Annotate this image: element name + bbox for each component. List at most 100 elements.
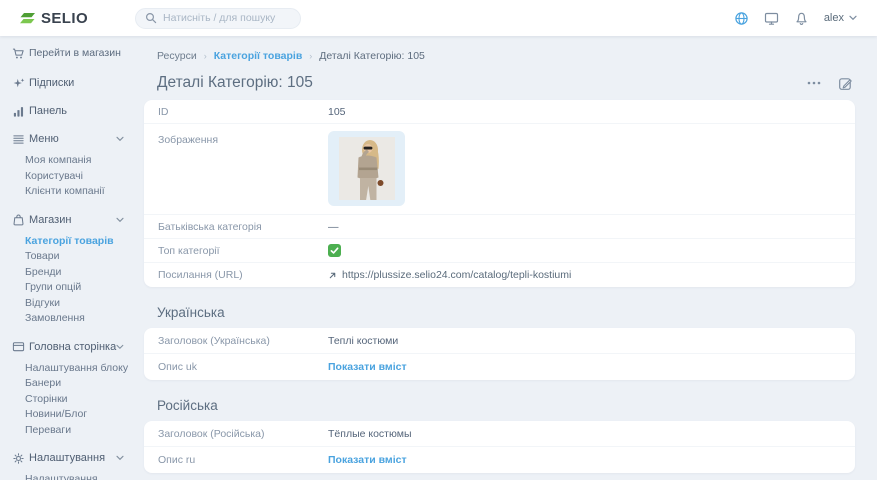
section-title-ukrainian: Українська [157, 305, 855, 320]
bag-icon [11, 213, 25, 226]
category-photo [339, 137, 395, 200]
sidebar-item-homepage[interactable]: Головна сторінка [0, 333, 136, 361]
category-details-card: ID 105 Зображення [144, 100, 855, 287]
show-content-link[interactable]: Показати вміст [328, 361, 407, 373]
gear-icon [11, 452, 25, 465]
bell-icon [794, 11, 809, 26]
search-input[interactable] [163, 12, 291, 24]
sidebar-subitem-product-categories[interactable]: Категорії товарів [0, 234, 136, 250]
edit-button[interactable] [838, 76, 853, 91]
sidebar-subitem-company-clients[interactable]: Клієнти компанії [0, 184, 136, 200]
row-label: Зображення [158, 134, 328, 146]
detail-row-title-uk: Заголовок (Українська) Теплі костюми [144, 328, 855, 354]
bar-chart-icon [11, 105, 25, 118]
main-content: Ресурси › Категорії товарів › Деталі Кат… [136, 36, 877, 480]
url-text: https://plussize.selio24.com/catalog/tep… [342, 269, 571, 281]
language-button[interactable] [734, 11, 749, 26]
sidebar-item-store[interactable]: Магазин [0, 206, 136, 234]
logo[interactable]: SELIO [20, 10, 88, 27]
chevron-down-icon [116, 136, 124, 142]
row-value: 105 [328, 106, 346, 118]
page-title: Деталі Категорію: 105 [157, 74, 313, 92]
detail-row-top-category: Топ категорії [144, 239, 855, 263]
row-label: Посилання (URL) [158, 269, 328, 281]
row-label: Топ категорії [158, 245, 328, 257]
sidebar-subitem-advantages[interactable]: Переваги [0, 423, 136, 439]
chevron-down-icon [116, 217, 124, 223]
go-to-store-link[interactable]: Перейти в магазин [11, 44, 136, 62]
row-value: Теплі костюми [328, 335, 398, 347]
more-options-icon [807, 81, 821, 85]
check-icon [329, 245, 340, 256]
notifications-button[interactable] [794, 11, 809, 26]
sidebar-item-label: Підписки [29, 77, 74, 89]
top-category-checkbox [328, 244, 341, 257]
chevron-down-icon [849, 15, 857, 21]
breadcrumb-resources[interactable]: Ресурси [157, 50, 197, 62]
app-header: SELIO alex [0, 0, 877, 36]
sidebar-item-menu[interactable]: Меню [0, 125, 136, 153]
display-button[interactable] [764, 11, 779, 26]
breadcrumb-current: Деталі Категорію: 105 [319, 50, 425, 62]
sidebar-subitem-orders[interactable]: Замовлення [0, 311, 136, 327]
sidebar-item-label: Налаштування [29, 452, 105, 464]
row-label: Опис ru [158, 454, 328, 466]
sidebar-item-settings[interactable]: Налаштування [0, 444, 136, 472]
header-actions: alex [734, 11, 857, 26]
show-content-link[interactable]: Показати вміст [328, 454, 407, 466]
sidebar-item-label: Головна сторінка [29, 341, 116, 353]
chevron-down-icon [116, 344, 124, 350]
user-name: alex [824, 12, 844, 24]
sidebar-submenu-menu: Моя компанія Користувачі Клієнти компані… [0, 153, 136, 200]
go-to-store-label: Перейти в магазин [29, 47, 121, 59]
sidebar-subitem-reviews[interactable]: Відгуки [0, 296, 136, 312]
sidebar-subitem-brands[interactable]: Бренди [0, 265, 136, 281]
sidebar-subitem-block-settings[interactable]: Налаштування блоку [0, 361, 136, 377]
menu-icon [11, 133, 25, 146]
sidebar-item-subscriptions[interactable]: Підписки [0, 69, 136, 97]
row-value: — [328, 221, 339, 233]
section-title-russian: Російська [157, 398, 855, 413]
sidebar-submenu-store: Категорії товарів Товари Бренди Групи оп… [0, 234, 136, 327]
row-label: Заголовок (Російська) [158, 428, 328, 440]
external-link-icon [328, 271, 337, 280]
sidebar-item-label: Магазин [29, 214, 71, 226]
cart-icon [11, 47, 25, 60]
category-image-thumbnail[interactable] [328, 131, 405, 206]
sidebar-subitem-pages[interactable]: Сторінки [0, 392, 136, 408]
detail-row-url: Посилання (URL) https://plussize.selio24… [144, 263, 855, 287]
sidebar-subitem-settings[interactable]: Налаштування [0, 472, 136, 480]
monitor-icon [764, 11, 779, 26]
edit-icon [838, 76, 853, 91]
sidebar: Перейти в магазин Підписки Панель [0, 36, 136, 480]
search-icon [145, 12, 157, 24]
detail-row-id: ID 105 [144, 100, 855, 124]
sidebar-item-dashboard[interactable]: Панель [0, 97, 136, 125]
user-menu[interactable]: alex [824, 12, 857, 24]
sidebar-item-label: Меню [29, 133, 59, 145]
sidebar-subitem-news-blog[interactable]: Новини/Блог [0, 407, 136, 423]
more-options-button[interactable] [807, 81, 821, 85]
detail-row-description-uk: Опис uk Показати вміст [144, 354, 855, 380]
browser-icon [11, 340, 25, 353]
breadcrumb-product-categories[interactable]: Категорії товарів [214, 50, 303, 62]
sidebar-subitem-option-groups[interactable]: Групи опцій [0, 280, 136, 296]
category-url-link[interactable]: https://plussize.selio24.com/catalog/tep… [328, 269, 571, 281]
sidebar-subitem-users[interactable]: Користувачі [0, 169, 136, 185]
russian-card: Заголовок (Російська) Тёплые костюмы Опи… [144, 421, 855, 473]
sidebar-subitem-products[interactable]: Товари [0, 249, 136, 265]
row-value: Тёплые костюмы [328, 428, 412, 440]
sparkles-icon [11, 77, 25, 90]
sidebar-subitem-banners[interactable]: Банери [0, 376, 136, 392]
logo-text: SELIO [41, 10, 88, 27]
detail-row-description-ru: Опис ru Показати вміст [144, 447, 855, 473]
row-label: Заголовок (Українська) [158, 335, 328, 347]
ukrainian-card: Заголовок (Українська) Теплі костюми Опи… [144, 328, 855, 380]
globe-icon [734, 11, 749, 26]
sidebar-subitem-my-company[interactable]: Моя компанія [0, 153, 136, 169]
sidebar-submenu-homepage: Налаштування блоку Банери Сторінки Новин… [0, 361, 136, 439]
row-label: Опис uk [158, 361, 328, 373]
breadcrumb-separator: › [204, 51, 207, 61]
global-search[interactable] [135, 8, 301, 29]
detail-row-image: Зображення [144, 124, 855, 215]
